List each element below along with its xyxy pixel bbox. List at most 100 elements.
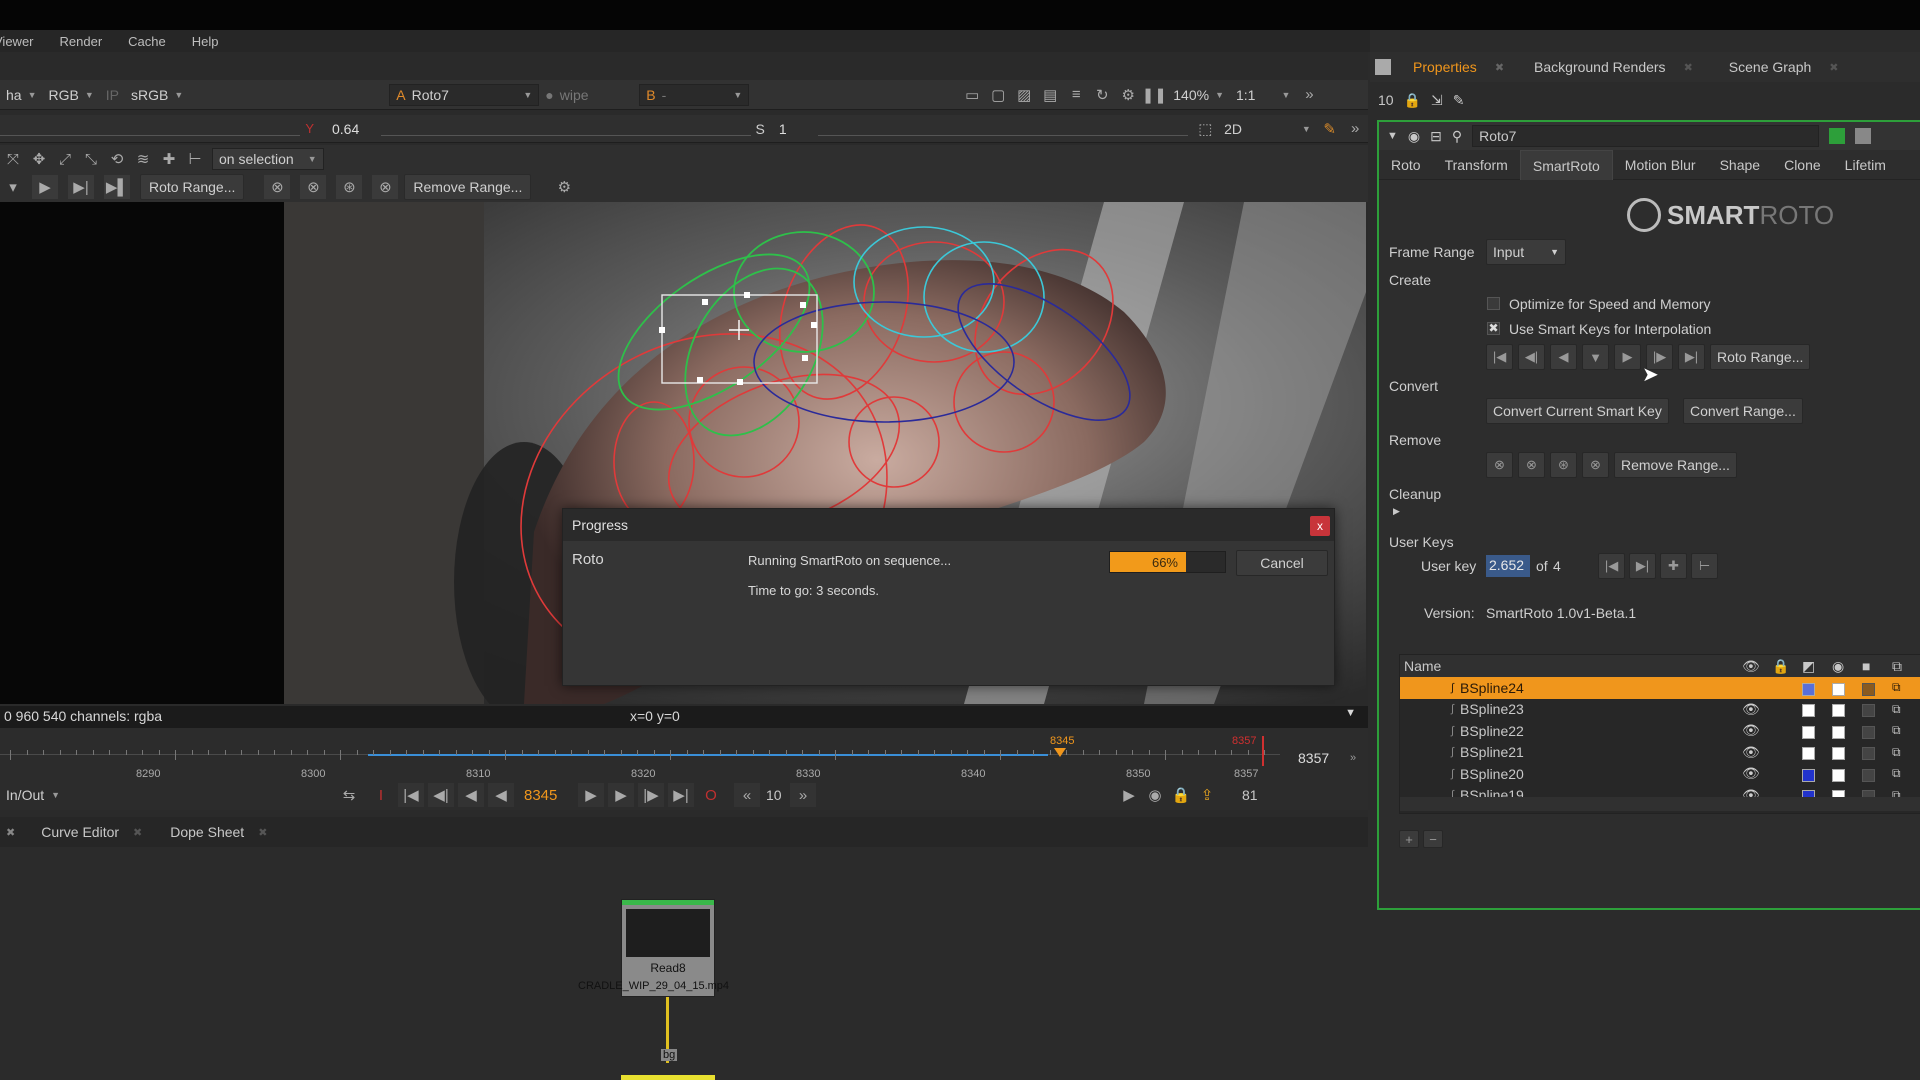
- overlay-swatch[interactable]: [1832, 766, 1862, 782]
- tab-dope-sheet[interactable]: Dope Sheet: [170, 824, 244, 840]
- step-back-icon[interactable]: ◀: [1550, 344, 1577, 370]
- overlay-icon[interactable]: ▤: [1037, 83, 1063, 107]
- next-key-icon[interactable]: |▶: [638, 783, 664, 807]
- frame-range-dropdown[interactable]: Input ▼: [1486, 239, 1566, 265]
- add-icon[interactable]: +: [1399, 830, 1419, 848]
- horizontal-scrollbar[interactable]: [1400, 797, 1920, 811]
- menu-help[interactable]: Help: [192, 34, 219, 49]
- s-slider[interactable]: [818, 115, 1192, 143]
- remove-key-icon[interactable]: ⊗: [264, 175, 291, 199]
- timeline[interactable]: 8290 8300 8310 8320 8330 8340 8350 8357 8345 83…: [0, 728, 1368, 788]
- lock-icon[interactable]: 🔒: [1168, 783, 1194, 807]
- chevron-down-icon[interactable]: »: [1350, 752, 1356, 764]
- lines-icon[interactable]: ≡: [1063, 83, 1089, 107]
- table-row[interactable]: ∫ BSpline21 👁 ⧉: [1400, 742, 1920, 764]
- subtab-shape[interactable]: Shape: [1708, 150, 1772, 180]
- gain-slider[interactable]: [0, 115, 305, 143]
- pin-icon[interactable]: ⊛: [336, 175, 363, 199]
- gamma-slider[interactable]: [381, 115, 755, 143]
- chevron-down-icon[interactable]: ▼: [1345, 707, 1356, 719]
- optimize-checkbox[interactable]: [1487, 297, 1500, 310]
- remove-range-icon[interactable]: ⊗: [1582, 452, 1609, 478]
- add-user-key-icon[interactable]: ✚: [1660, 553, 1687, 579]
- visibility-icon[interactable]: 👁: [1742, 765, 1772, 782]
- last-key-icon[interactable]: ▶▌: [104, 175, 130, 199]
- subtab-smartroto[interactable]: SmartRoto: [1519, 149, 1613, 180]
- collapse-icon[interactable]: ▼: [1387, 130, 1398, 142]
- remove-icon[interactable]: −: [1423, 830, 1443, 848]
- viewer-icon[interactable]: ◉: [1408, 128, 1420, 145]
- frame-icon[interactable]: ▢: [985, 83, 1011, 107]
- step-key-forward-icon[interactable]: ▶|: [68, 175, 94, 199]
- settings-icon[interactable]: ⚙: [551, 175, 577, 199]
- color-icon[interactable]: ⚲: [1452, 128, 1462, 145]
- color-swatch[interactable]: [1802, 701, 1832, 718]
- record-icon[interactable]: ◉: [1142, 783, 1168, 807]
- visibility-icon[interactable]: 👁: [1742, 744, 1772, 761]
- blend-icon[interactable]: [1862, 723, 1892, 739]
- table-row[interactable]: ∫ BSpline23 👁 ⧉: [1400, 699, 1920, 721]
- playhead-icon[interactable]: [1054, 748, 1066, 757]
- view-mode-dropdown[interactable]: 2D ▼: [1218, 118, 1317, 140]
- first-frame-icon[interactable]: |◀: [398, 783, 424, 807]
- prev-user-key-icon[interactable]: |◀: [1598, 553, 1625, 579]
- move-icon[interactable]: ⤡: [78, 147, 104, 171]
- overlay-swatch[interactable]: [1832, 701, 1862, 718]
- color-swatch[interactable]: [1802, 723, 1832, 739]
- invert-icon[interactable]: ◩: [1802, 658, 1832, 675]
- inout-dropdown[interactable]: In/Out ▼: [0, 784, 66, 806]
- clone-icon[interactable]: ⧉: [1892, 723, 1912, 738]
- blend-icon[interactable]: [1862, 680, 1892, 696]
- clone-icon[interactable]: ⧉: [1892, 745, 1912, 760]
- blend-icon[interactable]: [1862, 701, 1892, 718]
- convert-current-button[interactable]: Convert Current Smart Key: [1486, 398, 1669, 424]
- wipe-dropdown[interactable]: ● wipe: [539, 84, 639, 106]
- on-selection-dropdown[interactable]: on selection ▼: [212, 148, 324, 170]
- remove-range-button[interactable]: Remove Range...: [404, 174, 532, 200]
- overlay-swatch[interactable]: [1832, 723, 1862, 739]
- close-icon[interactable]: ✖: [6, 826, 15, 839]
- clone-icon[interactable]: ⧉: [1892, 658, 1912, 675]
- tab-properties[interactable]: Properties: [1413, 59, 1477, 75]
- tab-scene-graph[interactable]: Scene Graph: [1729, 59, 1812, 75]
- out-point-icon[interactable]: O: [698, 783, 724, 807]
- refresh-icon[interactable]: ↻: [1089, 83, 1115, 107]
- overlay-swatch[interactable]: [1832, 680, 1862, 696]
- remove-user-key-icon[interactable]: ⊢: [1691, 553, 1718, 579]
- roto-range-button[interactable]: Roto Range...: [1710, 344, 1811, 370]
- table-row[interactable]: ∫ BSpline22 👁 ⧉: [1400, 720, 1920, 742]
- menu-render[interactable]: Render: [60, 34, 103, 49]
- remove-all-icon[interactable]: ⊗: [1518, 452, 1545, 478]
- roto-range-button[interactable]: Roto Range...: [140, 174, 245, 200]
- chevron-down-icon[interactable]: ▾: [0, 175, 26, 199]
- play-icon[interactable]: ▶: [578, 783, 604, 807]
- first-key-icon[interactable]: |◀: [1486, 344, 1513, 370]
- lock-icon[interactable]: 🔒: [1772, 658, 1802, 675]
- split-icon[interactable]: ⊢: [182, 147, 208, 171]
- zoom-dropdown[interactable]: 140% ▼: [1167, 84, 1230, 106]
- clone-icon[interactable]: ⧉: [1892, 702, 1912, 717]
- close-icon[interactable]: ✖: [133, 826, 142, 839]
- playback-mode-icon[interactable]: ▶: [1116, 783, 1142, 807]
- remove-all-icon[interactable]: ⊗: [300, 175, 327, 199]
- clone-icon[interactable]: ⧉: [1892, 766, 1912, 781]
- downstream-node[interactable]: [621, 1075, 715, 1080]
- expand-icon[interactable]: »: [1296, 83, 1322, 107]
- step-forward-icon[interactable]: ▶: [608, 783, 634, 807]
- ip-button[interactable]: IP: [100, 84, 125, 106]
- remove-key-icon[interactable]: ⊗: [1486, 452, 1513, 478]
- remove-range-icon[interactable]: ⊗: [372, 175, 399, 199]
- subtab-transform[interactable]: Transform: [1433, 150, 1520, 180]
- end-frame-field[interactable]: 8357: [1298, 750, 1329, 766]
- close-icon[interactable]: ✖: [258, 826, 267, 839]
- rgb-dropdown[interactable]: RGB ▼: [43, 84, 100, 106]
- chevron-down-icon[interactable]: ▼: [1582, 344, 1609, 370]
- blend-icon[interactable]: [1862, 744, 1892, 761]
- last-frame-icon[interactable]: ▶|: [668, 783, 694, 807]
- subtab-clone[interactable]: Clone: [1772, 150, 1833, 180]
- prev-key-icon[interactable]: ◀|: [428, 783, 454, 807]
- float-icon[interactable]: ⇲: [1431, 92, 1443, 109]
- user-key-field[interactable]: 2.652: [1486, 555, 1530, 577]
- convert-range-button[interactable]: Convert Range...: [1683, 398, 1803, 424]
- step-increment-field[interactable]: 10: [766, 787, 790, 803]
